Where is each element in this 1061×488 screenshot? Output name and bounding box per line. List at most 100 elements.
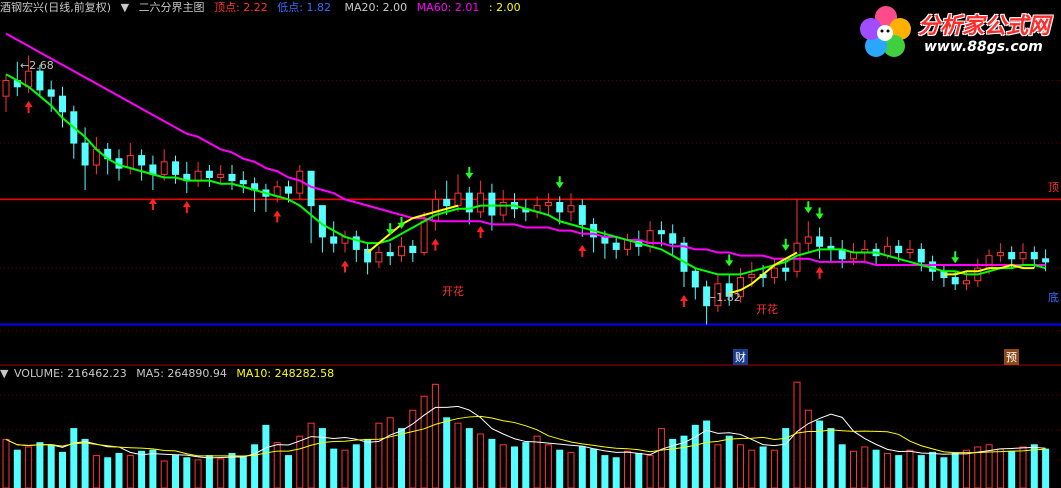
candle-body [657, 230, 665, 235]
volume-bar [183, 457, 191, 488]
top-value-label: 顶点: 2.22 [214, 1, 268, 14]
candle-body [691, 270, 699, 288]
volume-bars [2, 381, 1050, 488]
candle-body [409, 245, 417, 254]
grid-lines [0, 80, 1061, 461]
buy-arrow-icon [182, 201, 191, 214]
candle-body [47, 89, 55, 97]
volume-bar [81, 438, 89, 488]
candle-body [556, 202, 564, 213]
volume-bar [205, 455, 213, 488]
volume-bar [1030, 444, 1038, 488]
candle-body [172, 161, 179, 175]
volume-bar [454, 422, 462, 488]
volume-bar [149, 449, 157, 488]
volume-bar [974, 446, 982, 488]
top-line-tag: 顶 [1048, 181, 1059, 194]
candle-body [996, 252, 1004, 257]
volume-bar [567, 451, 575, 488]
volume-bar [398, 428, 405, 488]
volume-bar [590, 448, 598, 488]
candle-body [138, 155, 146, 166]
candle-body [488, 192, 496, 216]
volume-bar [499, 444, 507, 488]
volume-bar [556, 449, 564, 488]
kaihua-label-1: 开花 [442, 285, 464, 298]
volume-bar [725, 435, 733, 488]
volume-bar [624, 450, 631, 488]
bottom-value-label: 低点: 1.82 [277, 1, 331, 14]
sell-arrow-icon [951, 251, 960, 264]
candle-body [205, 170, 213, 178]
candle-body [386, 252, 394, 257]
volume-bar [13, 449, 21, 488]
volume-bar [963, 449, 970, 488]
volume-bar [25, 446, 33, 488]
indicator-name[interactable]: 二六分界主图 [139, 1, 205, 14]
chevron-down-icon[interactable]: ▼ [121, 1, 129, 14]
volume-bar [691, 424, 699, 488]
volume-bar [770, 449, 778, 488]
volume-bar [115, 452, 123, 488]
volume-bar [285, 455, 292, 488]
volume-bar [578, 446, 586, 488]
high-price-annotation: ←2.68 [20, 59, 54, 72]
candle-body [567, 205, 575, 213]
candle-body [906, 248, 914, 254]
volume-bar [635, 452, 643, 488]
volume-bar [533, 435, 541, 488]
sell-arrow-icon [804, 201, 813, 214]
site-logo: 分析家公式网 www.88gs.com [858, 3, 1058, 63]
candle-body [59, 95, 66, 113]
volume-bar [488, 438, 496, 488]
volume-bar [872, 449, 880, 488]
volume-bar [420, 395, 428, 488]
buy-arrow-icon [431, 238, 440, 251]
volume-bar [443, 417, 451, 488]
volume-ma5-label: MA5: 264890.94 [136, 367, 227, 380]
volume-bar [906, 449, 914, 488]
chart-header: 酒钢宏兴(日线,前复权) ▼ 二六分界主图 顶点: 2.22 低点: 1.82 … [0, 1, 527, 15]
volume-bar [59, 451, 66, 488]
stock-title[interactable]: 酒钢宏兴(日线,前复权) [0, 1, 111, 14]
volume-bar [194, 459, 202, 488]
volume-bar [262, 424, 270, 488]
sell-arrow-icon [815, 207, 824, 220]
candle-body [217, 173, 225, 178]
volume-bar [827, 428, 835, 488]
candle-body [1019, 252, 1027, 260]
volume-bar [375, 422, 383, 488]
chevron-down-icon[interactable]: ▼ [0, 367, 8, 380]
candle-body [126, 155, 134, 169]
sell-arrow-icon [555, 176, 564, 189]
volume-bar [759, 446, 767, 488]
candlesticks [2, 55, 1050, 325]
finance-event-badge[interactable]: 财 [733, 349, 748, 365]
candle-body [963, 280, 970, 285]
candle-body [544, 202, 552, 207]
sell-arrow-icon [465, 166, 474, 179]
volume-bar [104, 457, 112, 488]
forecast-event-badge[interactable]: 预 [1004, 349, 1019, 365]
candle-body [612, 242, 620, 250]
logo-url[interactable]: www.88gs.com [924, 39, 1043, 55]
volume-bar [1008, 450, 1016, 488]
volume-bar [793, 381, 801, 488]
volume-bar [1042, 448, 1050, 488]
ma60-value-label: MA60: 2.01 [416, 1, 480, 14]
volume-bar [657, 428, 665, 488]
level-lines [0, 198, 1061, 326]
flower-icon [860, 6, 911, 57]
volume-bar [737, 444, 744, 488]
volume-bar [544, 444, 552, 488]
candle-body [420, 220, 428, 254]
candle-body [578, 205, 586, 225]
volume-bar [307, 422, 315, 488]
buy-arrow-icon [273, 210, 282, 223]
candle-body [36, 70, 44, 91]
candle-body [782, 267, 790, 272]
volume-bar [680, 435, 688, 488]
low-price-value: 1.82 [716, 291, 741, 304]
candle-body [748, 273, 756, 279]
volume-bar [1019, 446, 1027, 488]
